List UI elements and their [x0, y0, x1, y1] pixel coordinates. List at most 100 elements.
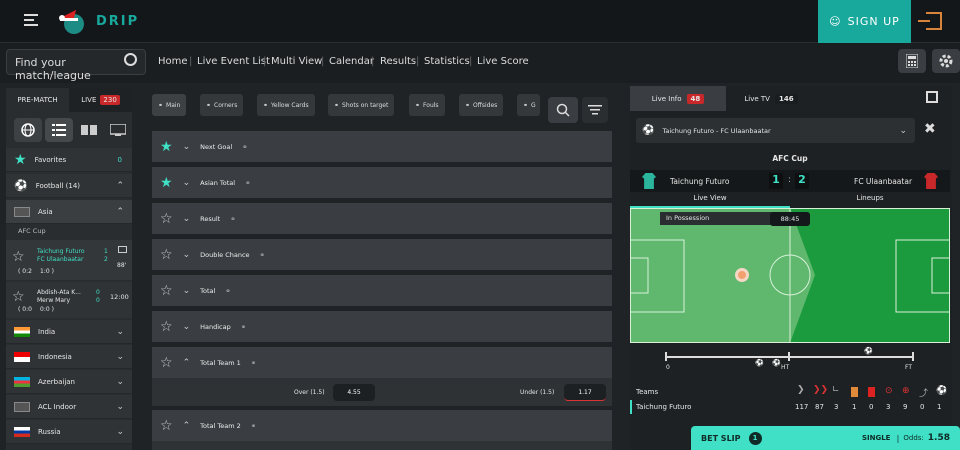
match2-time: 12:00 [110, 293, 129, 301]
chevron-up-icon: ⌃ [182, 357, 191, 368]
possession-label: In Possession [666, 214, 710, 222]
odds-row [152, 441, 612, 450]
stat-corners: 3 [834, 403, 839, 411]
sidebar-item-azerbaijan[interactable]: Azerbaijan ⌄ [6, 370, 132, 394]
timeline-start-tick [665, 352, 667, 361]
football-icon: ⚽ [642, 125, 655, 136]
nav-home[interactable]: Home [158, 56, 188, 67]
yellow-card-icon [851, 387, 858, 397]
nav-live-score[interactable]: Live Score [477, 56, 529, 67]
chevron-up-icon: ⌃ [116, 180, 124, 191]
stats-icon: ⚭ [250, 358, 257, 367]
star-outline-icon[interactable]: ☆ [160, 419, 173, 433]
bet-slip-bar[interactable]: BET SLIP 1 SINGLE | Odds: 1.58 [691, 426, 960, 450]
sign-up-button[interactable]: ☺ SIGN UP [818, 0, 911, 43]
menu-icon[interactable] [24, 14, 38, 26]
star-icon[interactable]: ★ [160, 176, 173, 190]
odds-over-button[interactable]: 4.55 [333, 384, 375, 401]
sidebar-item-favorites[interactable]: ★ Favorites 0 [6, 148, 132, 172]
tab-label: Shots on target [342, 101, 389, 109]
tab-live-view[interactable]: Live View [630, 194, 790, 208]
nav-live-event-list[interactable]: Live Event List [197, 56, 270, 67]
split-view-icon[interactable] [77, 118, 101, 142]
azerbaijan-flag-icon [14, 376, 30, 387]
search-icon[interactable] [124, 53, 137, 66]
football-label: Football (14) [35, 181, 81, 190]
market-double-chance[interactable]: ☆ ⌄ Double Chance ⚭ [152, 239, 612, 270]
link-icon: ⚭ [523, 101, 529, 109]
tab-shots-on-target[interactable]: ⚭ Shots on target [328, 94, 395, 116]
star-outline-icon[interactable]: ☆ [160, 212, 173, 226]
logo-icon [54, 6, 88, 36]
match1-home: Taichung Futuro [37, 248, 85, 255]
calculator-icon[interactable] [898, 49, 926, 73]
list-view-icon[interactable] [45, 118, 73, 142]
dangerous-attacks-icon: ❯❯ [813, 385, 829, 395]
brand-name: DRIP [96, 14, 140, 29]
tab-lineups[interactable]: Lineups [790, 194, 950, 208]
star-outline-icon[interactable]: ☆ [12, 250, 25, 264]
nav-results[interactable]: Results [380, 56, 416, 67]
sidebar-item-india[interactable]: India ⌄ [6, 320, 132, 344]
live-info-label: Live Info [651, 94, 682, 103]
filter-icon[interactable] [582, 97, 608, 123]
star-outline-icon[interactable]: ☆ [160, 248, 173, 262]
nav-calendar[interactable]: Calendar [329, 56, 374, 67]
nav-statistics[interactable]: Statistics [424, 56, 470, 67]
market-total[interactable]: ☆ ⌄ Total ⚭ [152, 275, 612, 306]
unpin-icon[interactable]: ✖ [924, 121, 936, 137]
fullscreen-icon[interactable] [926, 91, 938, 103]
market-next-goal[interactable]: ★ ⌄ Next Goal ⚭ [152, 131, 612, 162]
market-label: Handicap [200, 322, 231, 331]
league-afc-cup: AFC Cup [18, 227, 46, 235]
star-outline-icon[interactable]: ☆ [12, 290, 25, 304]
tab-live-info[interactable]: Live Info 48 [630, 86, 726, 111]
sidebar-item-asia[interactable]: Asia ⌃ [6, 200, 132, 224]
competition-title: AFC Cup [772, 154, 808, 163]
chevron-down-icon: ⌄ [182, 285, 191, 296]
star-outline-icon[interactable]: ☆ [160, 356, 173, 370]
tab-live-tv[interactable]: Live TV 146 [736, 86, 806, 111]
market-label: Total Team 1 [200, 358, 241, 367]
market-total-team-2[interactable]: ☆ ⌃ Total Team 2 ⚭ [152, 410, 612, 441]
star-outline-icon[interactable]: ☆ [160, 320, 173, 334]
tab-fouls[interactable]: ⚭ Fouls [409, 94, 445, 116]
nav-multi-view[interactable]: Multi View [271, 56, 322, 67]
tab-goals[interactable]: ⚭ G [517, 94, 540, 116]
monitor-icon[interactable] [106, 118, 130, 142]
odds-under-button[interactable]: 1.17 [564, 384, 606, 401]
market-handicap[interactable]: ☆ ⌄ Handicap ⚭ [152, 311, 612, 342]
market-result[interactable]: ☆ ⌄ Result ⚭ [152, 203, 612, 234]
stats-icon: ⚭ [259, 250, 265, 259]
bet-type-single[interactable]: SINGLE [862, 434, 891, 442]
tab-main[interactable]: ⚭ Main [152, 94, 187, 116]
tab-yellow-cards[interactable]: ⚭ Yellow Cards [257, 94, 315, 116]
sidebar-item-football[interactable]: ⚽ Football (14) ⌃ [6, 174, 132, 198]
tab-corners[interactable]: ⚭ Corners [200, 94, 244, 116]
sidebar-item-indonesia[interactable]: Indonesia ⌄ [6, 345, 132, 369]
search-icon[interactable] [548, 97, 578, 123]
match-select[interactable]: ⚽ Taichung Futuro - FC Ulaanbaatar ⌄ [636, 118, 915, 143]
chevron-up-icon: ⌃ [116, 206, 124, 217]
market-asian-total[interactable]: ★ ⌄ Asian Total ⚭ [152, 167, 612, 198]
market-total-team-1[interactable]: ☆ ⌃ Total Team 1 ⚭ [152, 347, 612, 378]
link-icon: ⚭ [206, 101, 212, 109]
tab-label: Corners [214, 101, 238, 109]
match1-ht: ( 0:2 [18, 268, 32, 275]
market-label: Asian Total [200, 178, 236, 187]
settings-icon[interactable] [932, 49, 960, 73]
home-team: Taichung Futuro [670, 177, 730, 186]
tab-offsides[interactable]: ⚭ Offsides [459, 94, 504, 116]
stat-possession: 1 [937, 403, 942, 411]
star-icon[interactable]: ★ [160, 140, 173, 154]
country-label: Russia [38, 427, 61, 436]
chevron-down-icon: ⌄ [116, 351, 124, 362]
sidebar-item-acl-indoor[interactable]: ACL Indoor ⌄ [6, 395, 132, 419]
sidebar-item-russia[interactable]: Russia ⌄ [6, 420, 132, 444]
timeline-ht-tick [788, 352, 790, 361]
star-outline-icon[interactable]: ☆ [160, 284, 173, 298]
tab-live[interactable]: LIVE 230 [69, 88, 132, 112]
globe-icon[interactable] [14, 118, 42, 142]
tab-prematch[interactable]: PRE-MATCH [6, 88, 69, 112]
match1-home-score: 1 [104, 248, 108, 255]
